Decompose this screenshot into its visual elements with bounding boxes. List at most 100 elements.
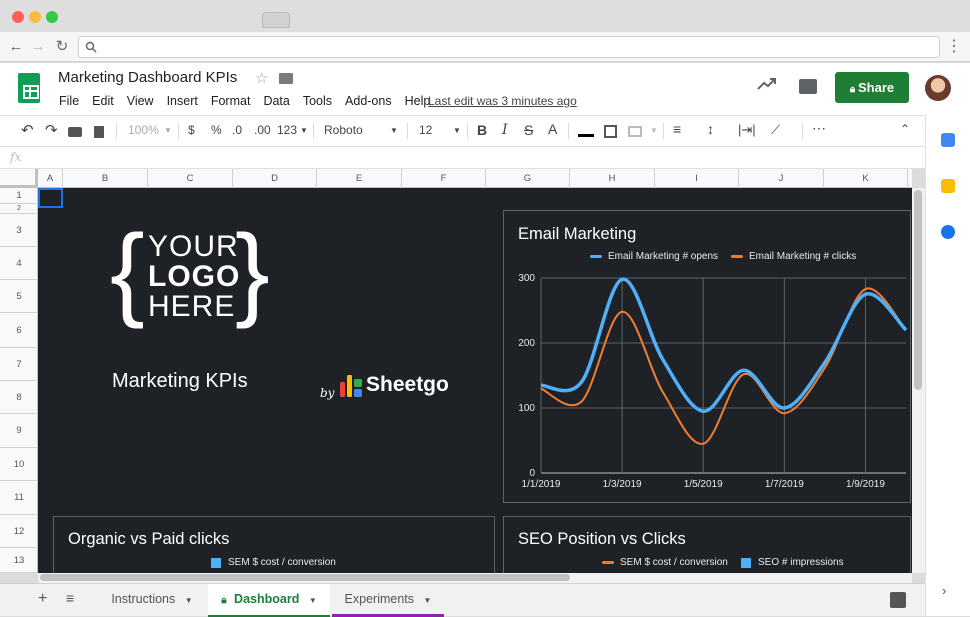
reload-icon[interactable]: ↻ [52,37,72,57]
all-sheets-icon[interactable]: ≡ [66,590,74,606]
expand-panel-icon[interactable]: › [942,583,946,598]
currency-format-button[interactable]: $ [188,123,195,137]
menu-help[interactable]: Help [405,94,431,108]
last-edit-link[interactable]: Last edit was 3 minutes ago [428,94,577,108]
share-button[interactable]: 🔒︎ Share [835,72,909,103]
menu-data[interactable]: Data [263,94,289,108]
strikethrough-button[interactable]: S [524,122,533,138]
column-header[interactable]: G [486,169,570,188]
align-left-icon[interactable]: ≡ [673,121,681,137]
close-window-icon[interactable] [12,11,24,23]
row-header[interactable]: 6 [0,313,38,348]
formula-bar[interactable]: fx [0,147,925,169]
row-header[interactable]: 10 [0,448,38,481]
redo-icon[interactable]: ↷ [45,121,58,139]
zoom-chevron-icon[interactable]: ▼ [164,126,172,135]
email-marketing-chart[interactable]: Email Marketing Email Marketing # opens … [503,210,911,503]
menu-format[interactable]: Format [211,94,251,108]
column-header[interactable]: C [148,169,233,188]
row-header[interactable]: 11 [0,481,38,515]
column-header[interactable]: A [38,169,63,188]
chevron-down-icon: ▼ [308,596,317,605]
font-size-select[interactable]: 12 [419,123,432,137]
borders-icon[interactable] [604,125,617,138]
sheet-tab-experiments[interactable]: Experiments ▼ [332,584,444,617]
more-formats-button[interactable]: 123 [277,123,297,137]
row-header[interactable]: 9 [0,414,38,448]
row-header[interactable]: 8 [0,381,38,414]
comment-icon[interactable] [799,79,817,94]
zoom-select[interactable]: 100% [128,123,159,137]
menu-edit[interactable]: Edit [92,94,114,108]
vertical-align-icon[interactable]: ↕ [707,121,714,137]
menu-file[interactable]: File [59,94,79,108]
text-wrap-icon[interactable]: |⇥| [738,122,756,138]
text-rotate-icon[interactable]: ⟋ [771,122,780,138]
calendar-icon[interactable] [941,133,955,147]
row-header[interactable]: 3 [0,214,38,247]
sheets-logo-icon[interactable] [18,73,40,103]
row-header[interactable]: 13 [0,548,38,573]
collapse-toolbar-icon[interactable]: ⌃ [900,122,910,136]
print-icon[interactable] [68,127,82,137]
column-header[interactable]: J [739,169,824,188]
decrease-decimal-button[interactable]: .0 [232,123,242,137]
minimize-window-icon[interactable] [29,11,41,23]
row-header[interactable]: 7 [0,348,38,381]
column-header[interactable]: K [824,169,908,188]
text-color-button[interactable]: A [548,121,557,137]
column-header[interactable]: F [402,169,486,188]
forward-arrow-icon[interactable]: → [28,37,48,57]
back-arrow-icon[interactable]: ← [6,37,26,57]
vertical-scroll-thumb[interactable] [914,190,922,390]
select-all-corner[interactable] [0,169,38,188]
italic-button[interactable]: I [502,122,508,138]
browser-menu-icon[interactable]: ⋮ [946,36,962,58]
undo-icon[interactable]: ↶ [21,121,34,139]
column-header[interactable]: I [655,169,739,188]
row-header[interactable]: 2 [0,204,38,214]
menu-addons[interactable]: Add-ons [345,94,392,108]
horizontal-scroll-thumb[interactable] [40,574,570,581]
menu-insert[interactable]: Insert [167,94,198,108]
merge-chevron-icon[interactable]: ▼ [650,126,658,135]
bold-button[interactable]: B [477,122,487,138]
sheet-tab-dashboard[interactable]: 🔒︎ Dashboard ▼ [208,584,330,617]
explore-icon[interactable] [890,592,906,608]
merge-cells-icon[interactable] [628,126,642,137]
maximize-window-icon[interactable] [46,11,58,23]
font-chevron-icon[interactable]: ▼ [390,126,398,135]
row-header[interactable]: 12 [0,515,38,548]
paint-format-icon[interactable] [94,126,104,138]
add-sheet-icon[interactable]: + [38,590,47,608]
address-bar[interactable] [78,36,940,58]
star-icon[interactable]: ☆ [255,69,268,87]
percent-format-button[interactable]: % [211,123,222,137]
x-tick-label: 1/9/2019 [846,479,885,490]
menu-view[interactable]: View [127,94,154,108]
legend-label: SEM $ cost / conversion [228,557,336,568]
new-tab-button[interactable] [262,12,290,28]
selected-cell[interactable] [38,188,63,208]
avatar[interactable] [925,75,951,101]
font-size-chevron-icon[interactable]: ▼ [453,126,461,135]
trending-icon[interactable] [757,77,777,91]
sheet-tab-instructions[interactable]: Instructions ▼ [97,584,207,617]
tasks-icon[interactable] [941,225,955,239]
row-header[interactable]: 5 [0,280,38,313]
increase-decimal-button[interactable]: .00 [254,123,271,137]
column-header[interactable]: B [63,169,148,188]
menu-tools[interactable]: Tools [303,94,332,108]
column-header[interactable]: E [317,169,402,188]
column-header[interactable]: H [570,169,655,188]
document-title[interactable]: Marketing Dashboard KPIs [58,69,237,86]
fill-color-icon[interactable] [578,123,594,137]
formats-chevron-icon[interactable]: ▼ [300,126,308,135]
keep-icon[interactable] [941,179,955,193]
row-header[interactable]: 1 [0,188,38,204]
column-header[interactable]: D [233,169,317,188]
folder-icon[interactable] [279,73,293,84]
font-select[interactable]: Roboto [324,123,363,137]
row-header[interactable]: 4 [0,247,38,280]
more-options-icon[interactable]: ⋯ [812,120,826,137]
